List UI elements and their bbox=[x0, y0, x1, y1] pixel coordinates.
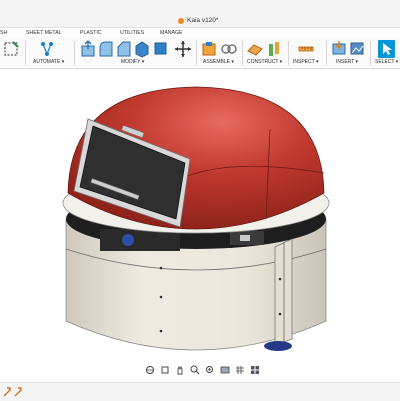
screw bbox=[159, 266, 163, 270]
group-modify[interactable]: MODIFY ▾ bbox=[121, 59, 144, 65]
sketch-icon[interactable] bbox=[2, 40, 20, 58]
toolbar-separator bbox=[326, 41, 327, 65]
toolbar-separator bbox=[25, 41, 26, 65]
group-select[interactable]: SELECT ▾ bbox=[375, 59, 398, 65]
axis-icon[interactable] bbox=[266, 40, 282, 58]
joint-icon[interactable] bbox=[221, 40, 237, 58]
timeline-feature-icon[interactable] bbox=[2, 386, 12, 398]
group-assemble[interactable]: ASSEMBLE ▾ bbox=[203, 59, 234, 65]
title-bar: Kaia v120* bbox=[0, 0, 400, 28]
orbit-icon[interactable] bbox=[145, 365, 155, 375]
fillet-icon[interactable] bbox=[98, 40, 114, 58]
screw bbox=[159, 295, 163, 299]
navigation-bar bbox=[145, 363, 260, 377]
canvas-viewport[interactable] bbox=[0, 69, 400, 362]
toolbar-separator bbox=[288, 41, 289, 65]
toolbar-separator bbox=[370, 41, 371, 65]
offset-plane-icon[interactable] bbox=[247, 40, 263, 58]
viewports-icon[interactable] bbox=[250, 365, 260, 375]
document-tab[interactable]: Kaia v120* bbox=[178, 17, 218, 24]
document-icon bbox=[178, 17, 184, 24]
timeline-bar bbox=[0, 382, 400, 401]
tab-utilities[interactable]: UTILITIES bbox=[120, 30, 144, 36]
zoom-icon[interactable] bbox=[190, 365, 200, 375]
tab-mesh[interactable]: SH bbox=[0, 30, 7, 36]
toolbar: AUTOMATE ▾ MODIFY ▾ ASSEMBLE ▾ CONSTRUCT bbox=[0, 37, 400, 69]
group-automate[interactable]: AUTOMATE ▾ bbox=[33, 59, 64, 65]
internal-connector bbox=[240, 235, 250, 241]
screw bbox=[278, 312, 282, 316]
timeline-feature-icon-2[interactable] bbox=[13, 386, 23, 398]
shell-icon[interactable] bbox=[134, 40, 150, 58]
insert-image-icon[interactable] bbox=[331, 40, 347, 58]
press-pull-icon[interactable] bbox=[80, 40, 96, 58]
automate-icon[interactable] bbox=[38, 40, 56, 58]
pan-icon[interactable] bbox=[175, 365, 185, 375]
group-inspect[interactable]: INSPECT ▾ bbox=[293, 59, 318, 65]
toolbar-separator bbox=[196, 41, 197, 65]
insert-canvas-icon[interactable] bbox=[349, 40, 365, 58]
group-construct[interactable]: CONSTRUCT ▾ bbox=[247, 59, 282, 65]
grid-icon[interactable] bbox=[235, 365, 245, 375]
toolbar-separator bbox=[242, 41, 243, 65]
display-settings-icon[interactable] bbox=[220, 365, 230, 375]
screw bbox=[278, 277, 282, 281]
body-door-panel bbox=[274, 238, 293, 346]
tab-plastic[interactable]: PLASTIC bbox=[80, 30, 102, 36]
group-insert[interactable]: INSERT ▾ bbox=[336, 59, 358, 65]
fit-icon[interactable] bbox=[205, 365, 215, 375]
select-icon[interactable] bbox=[378, 40, 395, 58]
new-component-icon[interactable] bbox=[201, 40, 217, 58]
robot-model[interactable] bbox=[0, 69, 400, 362]
document-title: Kaia v120* bbox=[187, 17, 219, 24]
move-icon[interactable] bbox=[174, 40, 192, 58]
screw bbox=[159, 329, 163, 333]
wheel bbox=[264, 341, 292, 351]
chamfer-icon[interactable] bbox=[116, 40, 132, 58]
measure-icon[interactable] bbox=[298, 40, 314, 58]
tab-manage[interactable]: MANAGE bbox=[160, 30, 182, 36]
tab-sheet-metal[interactable]: SHEET METAL bbox=[26, 30, 62, 36]
toolbar-separator bbox=[74, 41, 75, 65]
look-at-icon[interactable] bbox=[160, 365, 170, 375]
internal-motor bbox=[122, 234, 134, 246]
shell-icon[interactable] bbox=[152, 40, 168, 58]
